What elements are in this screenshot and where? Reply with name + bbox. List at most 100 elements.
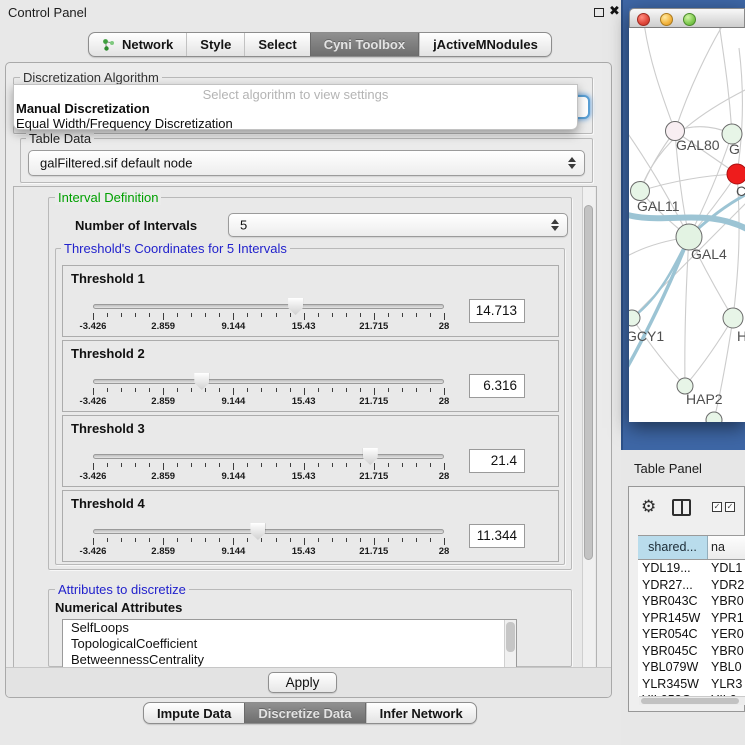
table-row[interactable]: YDL19...YDL1 [638, 560, 745, 577]
algorithm-option-equal-width[interactable]: Equal Width/Frequency Discretization [16, 116, 233, 131]
num-intervals-value: 5 [240, 218, 247, 233]
network-node-label: G [729, 141, 740, 157]
close-traffic-light-icon[interactable] [637, 13, 650, 26]
network-node[interactable] [727, 164, 745, 184]
cell-shared-name: YDR27... [638, 577, 708, 594]
tab-jactivemnodules[interactable]: jActiveMNodules [419, 33, 551, 56]
attribute-list-item[interactable]: BetweennessCentrality [63, 652, 516, 668]
close-icon[interactable]: ✖ [609, 3, 620, 19]
network-canvas[interactable]: GAL80GCGAL11GAL4GCY1HHAP2 [629, 28, 745, 422]
tab-label: Impute Data [157, 706, 231, 721]
tab-cyni-toolbox[interactable]: Cyni Toolbox [310, 33, 419, 56]
threshold-panel-1: Threshold 1 -3.4262.8599.14415.4321.71528… [62, 265, 559, 337]
network-node-label: GAL4 [691, 246, 727, 262]
tab-impute-data[interactable]: Impute Data [144, 703, 244, 723]
tab-network[interactable]: Network [89, 33, 186, 56]
tab-label: Discretize Data [258, 706, 351, 721]
split-columns-icon[interactable] [672, 499, 691, 516]
numerical-attributes-label: Numerical Attributes [55, 600, 182, 615]
vertical-scrollbar-thumb[interactable] [584, 205, 593, 560]
num-intervals-combo[interactable]: 5 [228, 213, 568, 237]
algorithm-placeholder: Select algorithm to view settings [14, 87, 577, 102]
network-node[interactable] [629, 310, 640, 326]
cell-shared-name: YBR043C [638, 593, 708, 610]
threshold-panel-2: Threshold 2 -3.4262.8599.14415.4321.71528… [62, 340, 559, 412]
top-tab-bar: Network Style Select Cyni ToolboxjActiveMNo… [88, 32, 552, 57]
zoom-traffic-light-icon[interactable] [683, 13, 696, 26]
attributes-list: SelfLoopsTopologicalCoefficientBetweenne… [62, 619, 517, 668]
slider-ticks [93, 313, 445, 321]
cell-shared-name: YER054C [638, 626, 708, 643]
table-row[interactable]: YBR043CYBR0 [638, 593, 745, 610]
table-row[interactable]: YBR045CYBR0 [638, 643, 745, 660]
tab-label: Style [200, 37, 231, 52]
network-node-label: GAL80 [676, 137, 720, 153]
table-header-row: shared... na [638, 535, 745, 560]
slider-tick-labels: -3.4262.8599.14415.4321.71528 [93, 396, 444, 407]
cell-shared-name: YBL079W [638, 659, 708, 676]
interval-group-title: Interval Definition [55, 190, 161, 205]
tab-label: Select [258, 37, 296, 52]
checkbox-icon[interactable]: ✓ [712, 502, 722, 512]
slider-track[interactable] [93, 529, 444, 534]
cell-name: YPR1 [708, 610, 745, 627]
algorithm-option-manual[interactable]: Manual Discretization [16, 101, 150, 116]
threshold-panel-4: Threshold 4-3.4262.8599.14415.4321.71528… [62, 490, 559, 562]
tab-style[interactable]: Style [186, 33, 244, 56]
attribute-list-item[interactable]: SelfLoops [63, 620, 516, 636]
table-row[interactable]: YPR145WYPR1 [638, 610, 745, 627]
slider-tick-labels: -3.4262.8599.14415.4321.71528 [93, 471, 444, 482]
network-node[interactable] [723, 308, 743, 328]
tab-infer-network[interactable]: Infer Network [366, 703, 476, 723]
gear-icon[interactable]: ⚙ [641, 498, 656, 515]
num-intervals-label: Number of Intervals [75, 218, 197, 233]
slider-track[interactable] [93, 379, 444, 384]
cell-name: YER0 [708, 626, 745, 643]
attribute-list-item[interactable]: TopologicalCoefficient [63, 636, 516, 652]
horizontal-scrollbar-thumb[interactable] [641, 698, 739, 704]
table-row[interactable]: YLR345WYLR3 [638, 676, 745, 693]
cell-shared-name: YBR045C [638, 643, 708, 660]
cell-name: YBL0 [708, 659, 745, 676]
attributes-group-title: Attributes to discretize [55, 582, 189, 597]
network-node[interactable] [706, 412, 722, 422]
slider-ticks [93, 538, 445, 546]
slider-ticks [93, 463, 445, 471]
threshold-value-field[interactable]: 21.4 [469, 449, 525, 473]
threshold-value-field[interactable]: 14.713 [469, 299, 525, 323]
network-node-label: GCY1 [629, 328, 664, 344]
float-window-icon[interactable] [594, 8, 604, 17]
column-header-name[interactable]: na [708, 536, 745, 559]
control-panel-titlebar: Control Panel ✖ [0, 0, 621, 24]
tab-discretize-data[interactable]: Discretize Data [244, 703, 365, 723]
threshold-value-field[interactable]: 11.344 [469, 524, 525, 548]
cell-name: YDL1 [708, 560, 745, 577]
network-node-label: GAL11 [637, 198, 680, 214]
minimize-traffic-light-icon[interactable] [660, 13, 673, 26]
cell-name: YBR0 [708, 643, 745, 660]
network-node-label: H [737, 328, 745, 344]
tab-select[interactable]: Select [244, 33, 309, 56]
network-icon [102, 38, 116, 52]
table-data-combo[interactable]: galFiltered.sif default node [28, 150, 585, 176]
stepper-arrows-icon [568, 157, 577, 169]
slider-track[interactable] [93, 454, 444, 459]
list-scrollbar-track[interactable] [504, 620, 516, 667]
table-row[interactable]: YBL079WYBL0 [638, 659, 745, 676]
tab-label: Infer Network [380, 706, 463, 721]
table-row[interactable]: YDR27...YDR2 [638, 577, 745, 594]
apply-button[interactable]: Apply [268, 672, 337, 693]
column-header-shared-name[interactable]: shared... [638, 536, 708, 559]
table-row[interactable]: YER054CYER0 [638, 626, 745, 643]
cell-name: YLR3 [708, 676, 745, 693]
slider-track[interactable] [93, 304, 444, 309]
table-panel-title: Table Panel [634, 461, 702, 476]
control-panel: Control Panel ✖ Network Style Select Cyni T… [0, 0, 621, 745]
threshold-label: Threshold 1 [71, 271, 145, 286]
node-table: shared... na YDL19...YDL1YDR27...YDR2YBR… [638, 535, 745, 697]
checkbox-icon[interactable]: ✓ [725, 502, 735, 512]
threshold-value-field[interactable]: 6.316 [469, 374, 525, 398]
threshold-label: Threshold 2 [71, 346, 145, 361]
list-scrollbar-thumb[interactable] [506, 622, 515, 652]
slider-tick-labels: -3.4262.8599.14415.4321.71528 [93, 321, 444, 332]
